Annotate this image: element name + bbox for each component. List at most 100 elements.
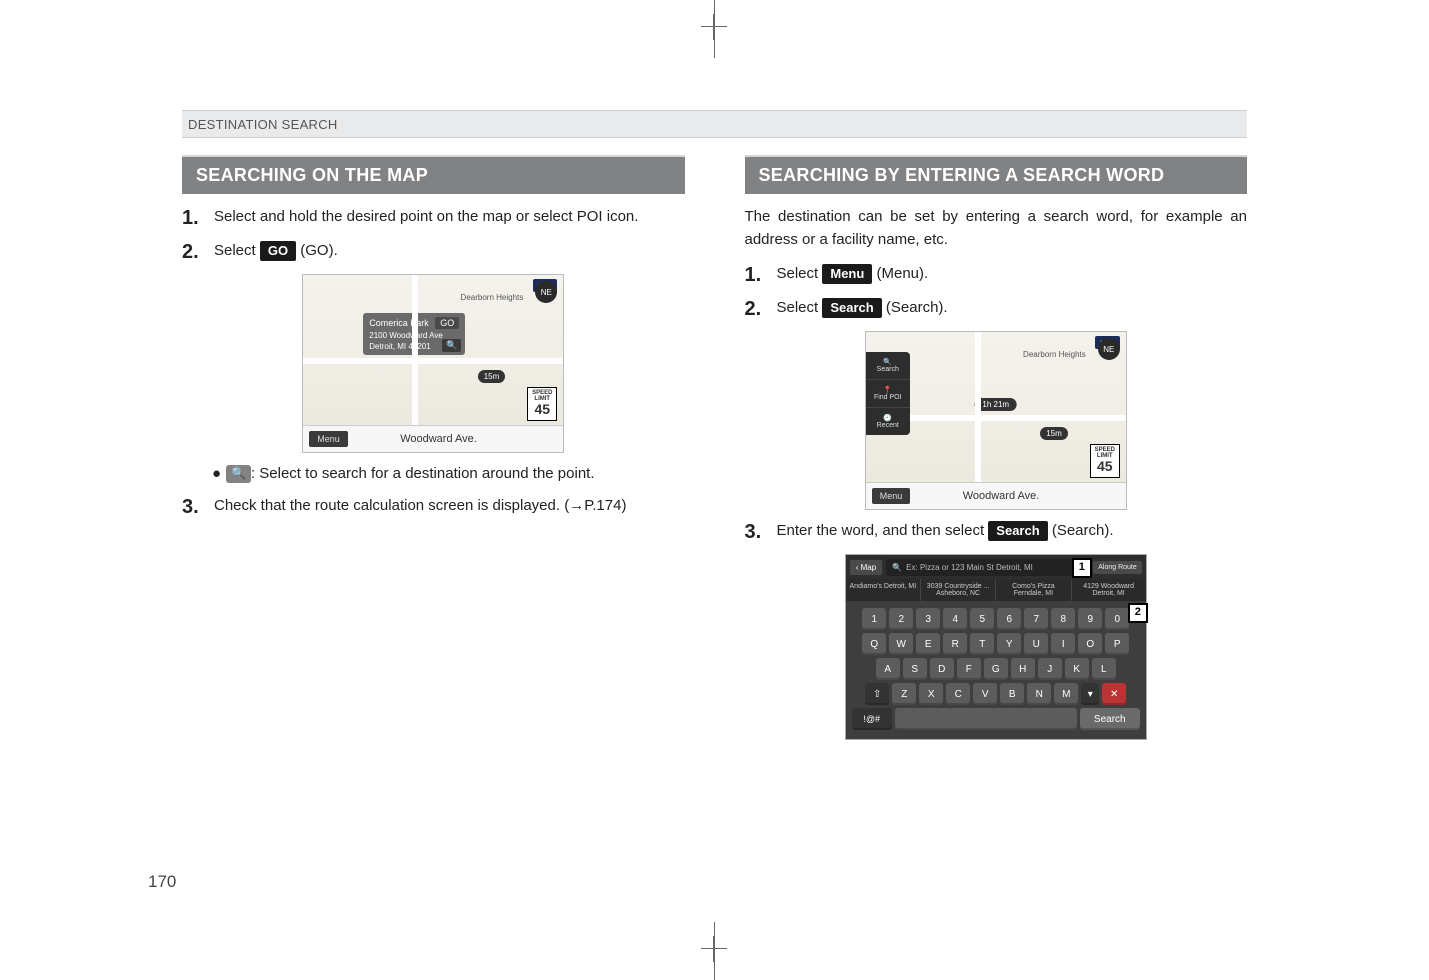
kb-back-button[interactable]: ‹ Map — [850, 560, 882, 575]
kb-key[interactable]: U — [1024, 633, 1048, 655]
kb-placeholder: Ex: Pizza or 123 Main St Detroit, MI — [906, 563, 1033, 572]
text-fragment: (Menu). — [876, 265, 928, 282]
kb-row-bottom: !@# Search — [852, 708, 1140, 730]
region-label: Dearborn Heights — [461, 293, 524, 302]
kb-key[interactable]: 1 — [862, 608, 886, 630]
go-button-label: GO — [260, 241, 296, 262]
side-menu-label: Search — [877, 366, 899, 373]
kb-back-label: Map — [861, 563, 877, 572]
kb-search-key[interactable]: Search — [1080, 708, 1140, 730]
kb-key[interactable]: P — [1105, 633, 1129, 655]
speed-limit-sign: SPEED LIMIT 45 — [1090, 444, 1120, 478]
left-column: SEARCHING ON THE MAP 1. Select and hold … — [182, 155, 685, 740]
kb-key[interactable]: X — [919, 683, 943, 705]
kb-key[interactable]: W — [889, 633, 913, 655]
right-column: SEARCHING BY ENTERING A SEARCH WORD The … — [745, 155, 1248, 740]
kb-key[interactable]: S — [903, 658, 927, 680]
kb-space-key[interactable] — [895, 708, 1077, 730]
kb-suggestion[interactable]: Como's Pizza Ferndale, MI — [996, 579, 1071, 601]
kb-key[interactable]: J — [1038, 658, 1062, 680]
kb-key[interactable]: O — [1078, 633, 1102, 655]
menu-button[interactable]: Menu — [309, 431, 348, 447]
step-text: Check that the route calculation screen … — [214, 495, 685, 519]
kb-key[interactable]: 9 — [1078, 608, 1102, 630]
bullet-dot: ● — [212, 463, 226, 485]
kb-shift-key[interactable]: ⇧ — [865, 683, 889, 705]
kb-key[interactable]: 4 — [943, 608, 967, 630]
kb-key[interactable]: K — [1065, 658, 1089, 680]
kb-key[interactable]: A — [876, 658, 900, 680]
kb-key[interactable]: L — [1092, 658, 1116, 680]
kb-key[interactable]: 8 — [1051, 608, 1075, 630]
kb-suggestion[interactable]: 3039 Countryside ... Asheboro, NC — [921, 579, 996, 601]
poi-go-button[interactable]: GO — [435, 317, 459, 329]
kb-key[interactable]: R — [943, 633, 967, 655]
speed-limit-value: 45 — [1091, 459, 1119, 473]
kb-key[interactable]: 2 — [889, 608, 913, 630]
magnify-icon: 🔍 — [226, 465, 251, 482]
poi-callout: Comerica Park GO 2100 Woodward Ave Detro… — [363, 313, 465, 355]
kb-key[interactable]: 6 — [997, 608, 1021, 630]
kb-key[interactable]: E — [916, 633, 940, 655]
side-menu-recent[interactable]: 🕘Recent — [866, 408, 910, 435]
search-icon: 🔍 — [892, 563, 902, 572]
kb-suggestion[interactable]: Andiamo's Detroit, MI — [846, 579, 921, 601]
kb-key[interactable]: B — [1000, 683, 1024, 705]
side-menu-search[interactable]: 🔍Search — [866, 352, 910, 380]
kb-key[interactable]: 5 — [970, 608, 994, 630]
left-section-title: SEARCHING ON THE MAP — [182, 155, 685, 194]
right-step-1: 1. Select Menu (Menu). — [745, 263, 1248, 287]
kb-along-route[interactable]: Along Route — [1093, 561, 1142, 574]
step-number: 1. — [745, 263, 777, 287]
kb-key[interactable]: M — [1054, 683, 1078, 705]
kb-key[interactable]: C — [946, 683, 970, 705]
kb-key[interactable]: Q — [862, 633, 886, 655]
map-screenshot-go: sxm NE Dearborn Heights Comerica Park GO… — [302, 274, 564, 453]
kb-suggestion[interactable]: 4129 Woodward Detroit, MI — [1072, 579, 1146, 601]
kb-hide-key[interactable]: ▾ — [1081, 683, 1099, 705]
side-menu-label: Recent — [877, 422, 899, 429]
eta-pill: 1h 21m — [974, 398, 1017, 411]
kb-key[interactable]: T — [970, 633, 994, 655]
kb-symbols-key[interactable]: !@# — [852, 708, 892, 730]
search-button-label: Search — [822, 298, 881, 319]
kb-key[interactable]: I — [1051, 633, 1075, 655]
kb-key[interactable]: N — [1027, 683, 1051, 705]
kb-key[interactable]: 3 — [916, 608, 940, 630]
kb-key[interactable]: G — [984, 658, 1008, 680]
kb-key[interactable]: 7 — [1024, 608, 1048, 630]
kb-key[interactable]: Z — [892, 683, 916, 705]
kb-top-bar: ‹ Map 🔍 Ex: Pizza or 123 Main St Detroit… — [846, 555, 1146, 579]
menu-button[interactable]: Menu — [872, 488, 911, 504]
kb-key[interactable]: V — [973, 683, 997, 705]
kb-search-field[interactable]: 🔍 Ex: Pizza or 123 Main St Detroit, MI — [886, 559, 1089, 576]
step-number: 2. — [182, 240, 214, 264]
step-text: Select and hold the desired point on the… — [214, 206, 685, 230]
step-text: Enter the word, and then select Search (… — [777, 520, 1248, 544]
step-number: 3. — [182, 495, 214, 519]
menu-button-label: Menu — [822, 264, 872, 285]
kb-delete-key[interactable]: ✕ — [1102, 683, 1126, 705]
kb-key[interactable]: H — [1011, 658, 1035, 680]
kb-row-1: Q W E R T Y U I O P — [852, 633, 1140, 655]
side-menu-find-poi[interactable]: 📍Find POI — [866, 380, 910, 408]
speed-limit-sign: SPEED LIMIT 45 — [527, 387, 557, 421]
left-step-3: 3. Check that the route calculation scre… — [182, 495, 685, 519]
bullet-body: 🔍: Select to search for a destination ar… — [226, 463, 595, 485]
text-fragment: (GO). — [300, 242, 338, 259]
left-bullet: ● 🔍: Select to search for a destination … — [212, 463, 685, 485]
kb-row-2: A S D F G H J K L — [852, 658, 1140, 680]
kb-key[interactable]: F — [957, 658, 981, 680]
kb-key[interactable]: D — [930, 658, 954, 680]
search-button-label: Search — [988, 521, 1047, 542]
map-area: sxm NE Dearborn Heights Comerica Park GO… — [303, 275, 563, 425]
text-fragment: (Search). — [1052, 522, 1114, 539]
kb-key[interactable]: Y — [997, 633, 1021, 655]
current-road: Woodward Ave. — [910, 490, 1091, 502]
step-number: 1. — [182, 206, 214, 230]
step-number: 2. — [745, 297, 777, 321]
poi-search-icon[interactable]: 🔍 — [442, 339, 461, 352]
kb-key[interactable]: 0 — [1105, 608, 1129, 630]
left-step-2: 2. Select GO (GO). — [182, 240, 685, 264]
step-text: Select Search (Search). — [777, 297, 1248, 321]
